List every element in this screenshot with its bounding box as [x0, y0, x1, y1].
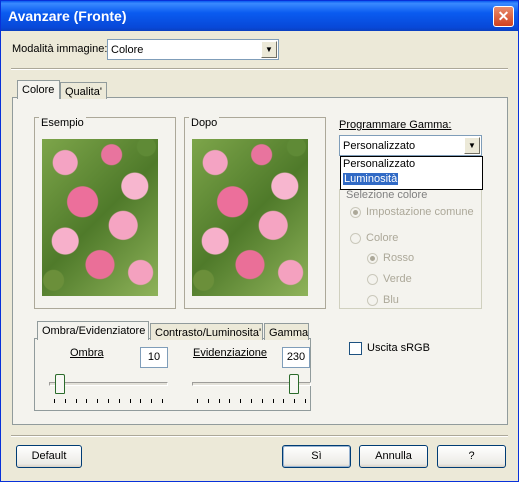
after-preview-group: Dopo: [184, 117, 326, 309]
slider-tick: [272, 399, 274, 403]
sample-preview-group: Esempio: [34, 117, 176, 309]
gamma-label-text: Programmare Gamma:: [339, 119, 452, 131]
tab-contrasto-luminosita[interactable]: Contrasto/Luminosita': [150, 323, 263, 340]
chevron-down-icon[interactable]: ▼: [464, 137, 480, 154]
image-mode-label: Modalità immagine:: [12, 43, 108, 55]
dialog-window: Avanzare (Fronte) ✕ Modalità immagine: C…: [0, 0, 519, 482]
slider-tick: [251, 399, 252, 403]
default-button[interactable]: Default: [16, 445, 82, 468]
color-label: Colore: [366, 232, 399, 244]
red-label: Rosso: [383, 252, 415, 264]
tab-ombra-evidenziatore[interactable]: Ombra/Evidenziatore: [37, 321, 149, 340]
chevron-down-icon[interactable]: ▼: [261, 41, 277, 58]
tab-qualita[interactable]: Qualita': [60, 82, 107, 99]
slider-tick: [207, 399, 209, 403]
gamma-option-luminosita-text: Luminosità: [343, 173, 399, 185]
tab-gamma[interactable]: Gamma: [264, 323, 309, 340]
slider-tick: [108, 399, 109, 403]
green-label: Verde: [383, 273, 412, 285]
shadow-slider-track[interactable]: [49, 382, 168, 386]
after-image: [192, 139, 308, 296]
slider-tick: [118, 399, 120, 403]
gamma-select[interactable]: Personalizzato ▼: [339, 135, 482, 156]
slider-tick: [140, 399, 142, 403]
gamma-option-personalizzato[interactable]: Personalizzato: [341, 157, 482, 172]
highlight-slider-thumb[interactable]: [288, 374, 299, 394]
slider-tick: [305, 399, 306, 403]
slider-tick: [197, 399, 198, 403]
shadow-slider-ticks: [54, 399, 163, 405]
slider-tick: [240, 399, 242, 403]
gamma-value: Personalizzato: [343, 140, 416, 152]
image-mode-value: Colore: [111, 44, 144, 56]
image-mode-select[interactable]: Colore ▼: [107, 39, 279, 60]
sample-image: [42, 139, 158, 296]
blue-radio[interactable]: [367, 295, 378, 306]
blue-label: Blu: [383, 294, 399, 306]
srgb-checkbox[interactable]: [349, 342, 362, 355]
tab-colore[interactable]: Colore: [17, 80, 60, 99]
help-button[interactable]: ?: [437, 445, 506, 468]
slider-tick: [64, 399, 66, 403]
highlight-slider-ticks: [197, 399, 306, 405]
srgb-label: Uscita sRGB: [367, 342, 430, 354]
green-radio[interactable]: [367, 274, 378, 285]
slider-tick: [162, 399, 163, 403]
slider-tick: [151, 399, 153, 403]
separator: [11, 68, 508, 70]
slider-tick: [129, 399, 131, 403]
slider-tick: [294, 399, 296, 403]
common-setting-radio[interactable]: [350, 207, 361, 218]
shadow-label-text: Ombra: [70, 347, 104, 359]
slider-tick: [218, 399, 220, 403]
shadow-slider-thumb[interactable]: [55, 374, 66, 394]
highlight-input[interactable]: 230: [282, 347, 310, 368]
window-title: Avanzare (Fronte): [8, 8, 127, 24]
shadow-label: Ombra: [70, 347, 104, 359]
highlight-label-text: Evidenziazione: [193, 347, 267, 359]
title-bar[interactable]: Avanzare (Fronte) ✕: [1, 1, 518, 31]
color-radio[interactable]: [350, 233, 361, 244]
sample-preview-label: Esempio: [39, 117, 86, 129]
after-preview-label: Dopo: [189, 117, 220, 129]
slider-tick: [97, 399, 99, 403]
slider-tick: [229, 399, 231, 403]
gamma-label: Programmare Gamma:: [339, 119, 451, 131]
cancel-button[interactable]: Annulla: [359, 445, 428, 468]
close-button[interactable]: ✕: [493, 6, 514, 27]
shadow-input[interactable]: 10: [140, 347, 168, 368]
slider-tick: [283, 399, 285, 403]
color-selection-title: Selezione colore: [344, 189, 430, 201]
gamma-option-luminosita[interactable]: Luminosità: [341, 172, 482, 187]
slider-tick: [86, 399, 88, 403]
ok-button[interactable]: Sì: [282, 445, 351, 468]
highlight-label: Evidenziazione: [193, 347, 267, 359]
red-radio[interactable]: [367, 253, 378, 264]
slider-tick: [261, 399, 263, 403]
slider-tick: [75, 399, 77, 403]
slider-tick: [54, 399, 55, 403]
common-setting-label: Impostazione comune: [366, 206, 474, 218]
bottom-separator: [11, 435, 508, 437]
gamma-dropdown-list: Personalizzato Luminosità: [340, 156, 483, 190]
